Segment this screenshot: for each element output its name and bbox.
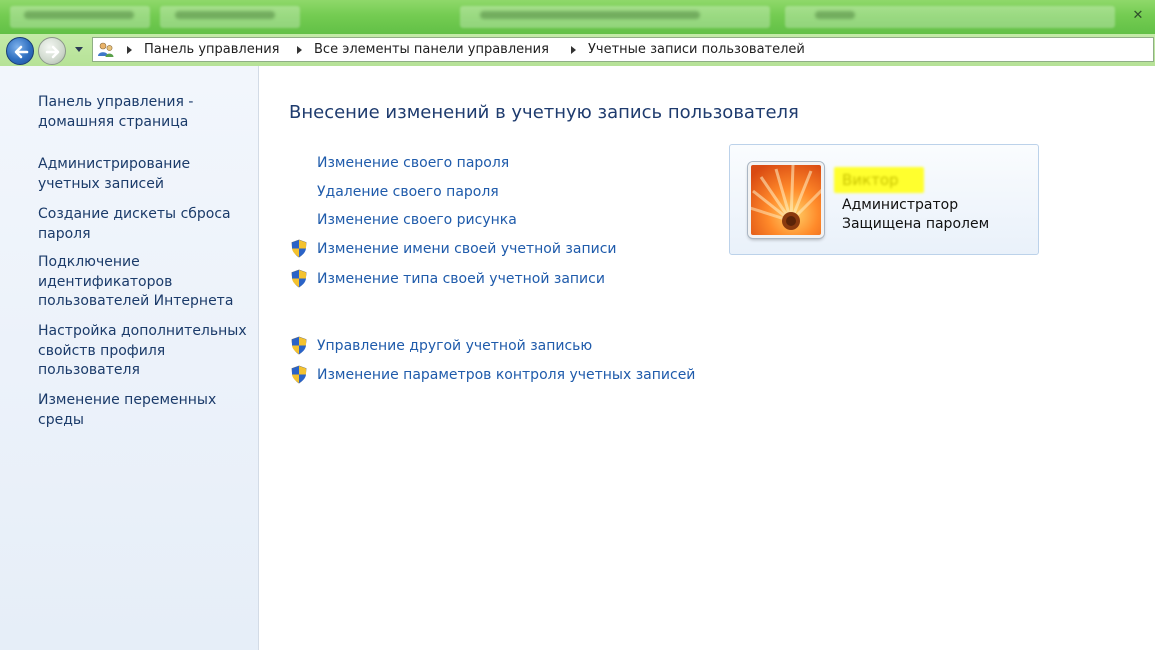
arrow-right-icon bbox=[45, 45, 60, 59]
navigation-bar: Панель управления Все элементы панели уп… bbox=[0, 34, 1155, 66]
blurred-search-text bbox=[815, 11, 855, 19]
sidebar-item-profile-properties[interactable]: Настройка дополнительных свойств профиля… bbox=[38, 322, 253, 381]
blurred-tab-text bbox=[24, 11, 134, 19]
back-button[interactable] bbox=[6, 37, 34, 65]
breadcrumb-user-accounts[interactable]: Учетные записи пользователей bbox=[588, 42, 805, 58]
forward-button[interactable] bbox=[38, 37, 66, 65]
uac-shield-icon bbox=[291, 365, 307, 384]
blurred-tab-text bbox=[480, 11, 700, 19]
sidebar-item-online-ids[interactable]: Подключение идентификаторов пользователе… bbox=[38, 253, 253, 312]
close-icon[interactable]: ✕ bbox=[1131, 9, 1145, 23]
change-password-link[interactable]: Изменение своего пароля bbox=[317, 154, 509, 172]
change-picture-link[interactable]: Изменение своего рисунка bbox=[317, 211, 517, 229]
uac-shield-icon bbox=[291, 269, 307, 288]
manage-another-account-link[interactable]: Управление другой учетной записью bbox=[317, 337, 592, 355]
orange-flower-avatar-icon bbox=[751, 165, 821, 235]
sidebar-item-password-reset-disk[interactable]: Создание дискеты сброса пароля bbox=[38, 205, 253, 244]
user-avatar[interactable] bbox=[748, 162, 824, 238]
breadcrumb-control-panel[interactable]: Панель управления bbox=[144, 42, 280, 58]
recent-pages-dropdown-icon[interactable] bbox=[73, 43, 85, 55]
change-account-type-link[interactable]: Изменение типа своей учетной записи bbox=[317, 270, 605, 288]
breadcrumb-arrow-icon[interactable] bbox=[571, 46, 576, 54]
uac-shield-icon bbox=[291, 239, 307, 258]
page-title: Внесение изменений в учетную запись поль… bbox=[289, 102, 799, 123]
window-title-bar: ✕ bbox=[0, 0, 1155, 34]
user-accounts-icon bbox=[98, 42, 114, 57]
breadcrumb-arrow-icon[interactable] bbox=[127, 46, 132, 54]
sidebar-item-environment-variables[interactable]: Изменение переменных среды bbox=[38, 391, 253, 430]
uac-settings-link[interactable]: Изменение параметров контроля учетных за… bbox=[317, 366, 695, 384]
blurred-tab-text bbox=[175, 11, 275, 19]
breadcrumb-all-items[interactable]: Все элементы панели управления bbox=[314, 42, 549, 58]
uac-shield-icon bbox=[291, 336, 307, 355]
user-name-label: Виктор bbox=[834, 167, 924, 193]
remove-password-link[interactable]: Удаление своего пароля bbox=[317, 183, 499, 201]
user-account-card: Виктор Администратор Защищена паролем bbox=[729, 144, 1039, 255]
user-password-status: Защищена паролем bbox=[842, 216, 990, 232]
address-bar[interactable]: Панель управления Все элементы панели уп… bbox=[92, 37, 1154, 62]
change-account-name-link[interactable]: Изменение имени своей учетной записи bbox=[317, 240, 617, 258]
user-role-label: Администратор bbox=[842, 197, 959, 213]
sidebar-item-control-panel-home[interactable]: Панель управления - домашняя страница bbox=[38, 93, 253, 132]
sidebar-item-manage-accounts[interactable]: Администрирование учетных записей bbox=[38, 155, 253, 194]
arrow-left-icon bbox=[14, 45, 29, 59]
breadcrumb-arrow-icon[interactable] bbox=[297, 46, 302, 54]
